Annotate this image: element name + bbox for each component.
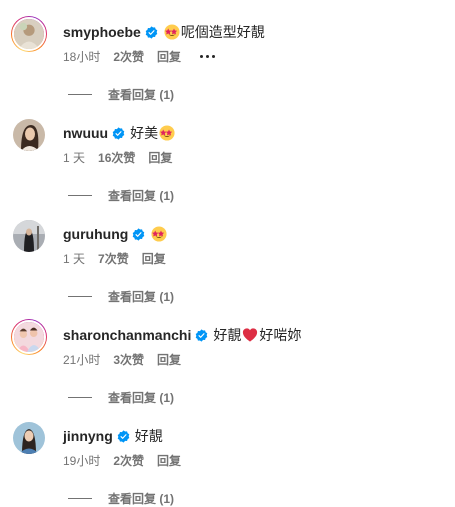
comment-text-before: 好靚 <box>134 428 163 444</box>
comment-text-after: 好啱妳 <box>259 327 302 343</box>
comment-item: smyphoebe 呢個造型好靚 18小时 2次赞 回复 查看回复 (1) <box>0 0 455 102</box>
comment-username[interactable]: jinnyng <box>63 428 113 444</box>
reply-button[interactable]: 回复 <box>157 452 181 469</box>
comment-text: 好美 <box>130 123 176 143</box>
avatar[interactable] <box>12 320 46 354</box>
verified-badge-icon <box>112 126 125 140</box>
star-struck-emoji <box>159 125 175 141</box>
avatar-container <box>11 420 47 456</box>
comment-username[interactable]: sharonchanmanchi <box>63 327 191 343</box>
view-replies-line <box>68 195 92 196</box>
comment-item: guruhung 1 天 7次赞 回复 查看回复 (1) <box>0 202 455 304</box>
comment-item: nwuuu 好美 1 天 16次赞 回复 查看回复 (1) <box>0 101 455 203</box>
avatar-container <box>11 218 47 254</box>
comment-item: jinnyng 好靚 19小时 2次赞 回复 查看回复 (1) <box>0 404 455 507</box>
verified-badge-icon <box>117 429 130 443</box>
view-replies-line <box>68 94 92 95</box>
comment-item: sharonchanmanchi 好靚 好啱妳 21小时 3次赞 回复 查看回复… <box>0 303 455 405</box>
avatar[interactable] <box>13 119 45 151</box>
comment-text-before: 好靚 <box>213 327 242 343</box>
star-struck-emoji <box>151 226 167 242</box>
verified-badge-icon <box>132 227 145 241</box>
comment-likes[interactable]: 2次赞 <box>113 48 144 65</box>
view-replies-line <box>68 397 92 398</box>
view-replies-line <box>68 498 92 499</box>
comment-content: guruhung 1 天 7次赞 回复 <box>63 224 445 266</box>
comment-likes[interactable]: 16次赞 <box>98 149 135 166</box>
story-ring[interactable] <box>11 16 47 52</box>
comment-text: 呢個造型好靚 <box>163 22 265 42</box>
comment-username[interactable]: nwuuu <box>63 125 108 141</box>
view-replies-label: 查看回复 (1) <box>108 492 175 506</box>
view-replies-button[interactable]: 查看回复 (1) <box>68 490 174 507</box>
comment-text: 好靚 <box>135 426 163 446</box>
comment-time[interactable]: 1 天 <box>63 149 85 166</box>
comment-likes[interactable]: 2次赞 <box>113 452 144 469</box>
star-struck-emoji <box>164 24 180 40</box>
comment-time[interactable]: 18小时 <box>63 48 100 65</box>
verified-badge-icon <box>195 328 208 342</box>
comment-likes[interactable]: 7次赞 <box>98 250 129 267</box>
comment-content: nwuuu 好美 1 天 16次赞 回复 <box>63 123 445 165</box>
comment-text-after: 呢個造型好靚 <box>180 24 265 40</box>
comment-time[interactable]: 19小时 <box>63 452 100 469</box>
reply-button[interactable]: 回复 <box>157 351 181 368</box>
comment-likes[interactable]: 3次赞 <box>113 351 144 368</box>
comment-content: jinnyng 好靚 19小时 2次赞 回复 <box>63 426 445 468</box>
reply-button[interactable]: 回复 <box>148 149 172 166</box>
comment-time[interactable]: 21小时 <box>63 351 100 368</box>
avatar[interactable] <box>13 220 45 252</box>
comment-username[interactable]: guruhung <box>63 226 128 242</box>
verified-badge-icon <box>145 25 158 39</box>
comment-username[interactable]: smyphoebe <box>63 24 141 40</box>
comment-content: sharonchanmanchi 好靚 好啱妳 21小时 3次赞 回复 <box>63 325 445 367</box>
avatar-container <box>11 117 47 153</box>
reply-button[interactable]: 回复 <box>157 48 181 65</box>
comment-list: smyphoebe 呢個造型好靚 18小时 2次赞 回复 查看回复 (1) nw… <box>0 0 455 507</box>
comment-text: 好靚 好啱妳 <box>213 325 301 345</box>
comment-text-before: 好美 <box>130 125 159 141</box>
comment-content: smyphoebe 呢個造型好靚 18小时 2次赞 回复 <box>63 22 445 64</box>
red-heart-emoji <box>242 327 258 343</box>
more-horizontal-icon[interactable] <box>200 50 216 62</box>
story-ring[interactable] <box>11 319 47 355</box>
comment-time[interactable]: 1 天 <box>63 250 85 267</box>
reply-button[interactable]: 回复 <box>142 250 166 267</box>
view-replies-line <box>68 296 92 297</box>
avatar[interactable] <box>13 422 45 454</box>
comment-text <box>150 226 168 242</box>
avatar[interactable] <box>12 17 46 51</box>
